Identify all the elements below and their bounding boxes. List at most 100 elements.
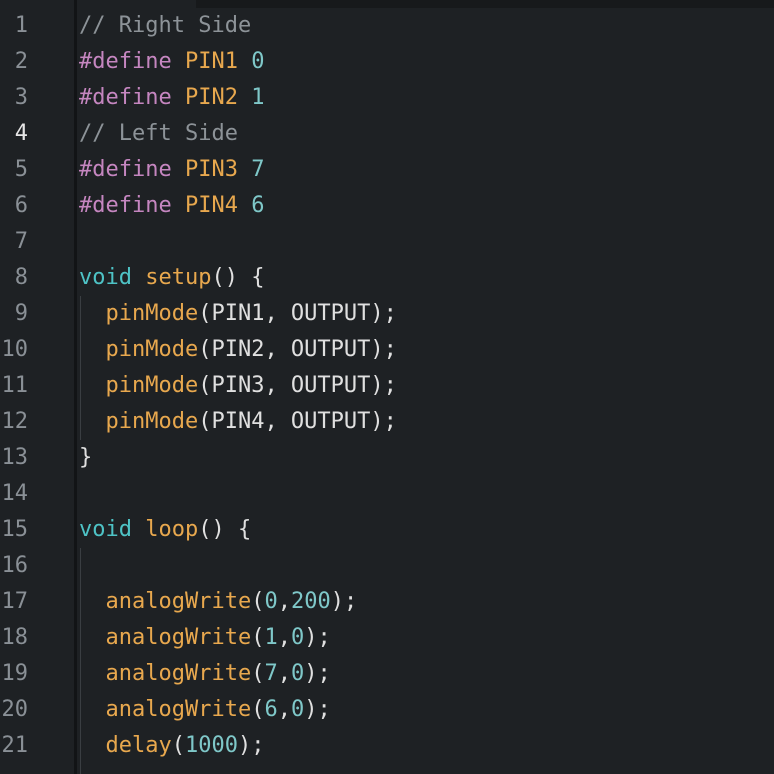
line-number: 4: [14, 121, 28, 146]
code-line[interactable]: 9 pinMode(PIN1, OUTPUT);: [0, 296, 774, 332]
function-name-token: pinMode: [105, 373, 199, 398]
code-line[interactable]: 7: [0, 224, 774, 260]
function-name-token: setup: [145, 265, 212, 290]
code-line[interactable]: 15 void loop() {: [0, 512, 774, 548]
line-number: 9: [14, 301, 28, 326]
code-line[interactable]: 8 void setup() {: [0, 260, 774, 296]
macro-name-token: PIN4: [184, 193, 238, 218]
code-text-token: (: [251, 697, 265, 722]
function-name-token: pinMode: [105, 409, 199, 434]
code-text-token: (PIN3, OUTPUT);: [198, 373, 397, 398]
macro-name-token: PIN2: [184, 85, 238, 110]
code-text-token: () {: [198, 517, 252, 542]
code-line[interactable]: 1 // Right Side: [0, 8, 774, 44]
code-line-text[interactable]: analogWrite(7,0);: [79, 656, 331, 692]
code-line[interactable]: 20 analogWrite(6,0);: [0, 692, 774, 728]
code-line-text[interactable]: pinMode(PIN2, OUTPUT);: [79, 332, 397, 368]
code-text-token: );: [304, 625, 331, 650]
code-line[interactable]: 10 pinMode(PIN2, OUTPUT);: [0, 332, 774, 368]
number-literal-token: 0: [251, 49, 265, 74]
code-line[interactable]: 12 pinMode(PIN4, OUTPUT);: [0, 404, 774, 440]
code-line[interactable]: 6 #define PIN4 6: [0, 188, 774, 224]
code-text-token: (: [251, 625, 265, 650]
line-number: 13: [1, 445, 29, 470]
number-literal-token: 1: [251, 85, 265, 110]
code-line-text[interactable]: void loop() {: [79, 512, 251, 548]
code-line-text[interactable]: analogWrite(1,0);: [79, 620, 331, 656]
line-number: 14: [1, 481, 29, 506]
code-line[interactable]: 13}: [0, 440, 774, 476]
code-line-text[interactable]: analogWrite(0,200);: [79, 584, 358, 620]
code-line[interactable]: 2 #define PIN1 0: [0, 44, 774, 80]
code-text-token: );: [304, 697, 331, 722]
code-line-text[interactable]: delay(1000);: [79, 728, 265, 764]
number-literal-token: 7: [264, 661, 278, 686]
function-name-token: pinMode: [105, 337, 199, 362]
code-text-token: (PIN4, OUTPUT);: [198, 409, 397, 434]
code-line[interactable]: 18 analogWrite(1,0);: [0, 620, 774, 656]
line-number: 20: [1, 697, 29, 722]
code-line[interactable]: 21 delay(1000);: [0, 728, 774, 764]
code-text-token: ,: [277, 625, 291, 650]
code-text-token: }: [79, 445, 93, 470]
line-number: 8: [14, 265, 28, 290]
code-text-token: ,: [277, 589, 291, 614]
line-number: 11: [1, 373, 29, 398]
code-line-text[interactable]: pinMode(PIN4, OUTPUT);: [79, 404, 397, 440]
code-line[interactable]: 3 #define PIN2 1: [0, 80, 774, 116]
code-line-text[interactable]: pinMode(PIN3, OUTPUT);: [79, 368, 397, 404]
code-line[interactable]: 16: [0, 548, 774, 584]
code-line[interactable]: 4 // Left Side: [0, 116, 774, 152]
code-editor[interactable]: 1 // Right Side 2 #define PIN1 0 3 #define PI…: [0, 0, 774, 774]
line-number: 12: [1, 409, 29, 434]
preprocessor-token: #define: [79, 85, 172, 110]
function-name-token: pinMode: [105, 301, 199, 326]
function-name-token: analogWrite: [105, 589, 252, 614]
function-name-token: analogWrite: [105, 697, 252, 722]
keyword-token: void: [79, 517, 132, 542]
line-number: 3: [14, 85, 28, 110]
code-line[interactable]: 14: [0, 476, 774, 512]
code-line-text[interactable]: // Left Side: [79, 116, 238, 152]
code-line[interactable]: 19 analogWrite(7,0);: [0, 656, 774, 692]
tab-bar-strip: [196, 0, 774, 8]
macro-name-token: PIN1: [184, 49, 238, 74]
code-line-text[interactable]: void setup() {: [79, 260, 264, 296]
number-literal-token: 200: [290, 589, 331, 614]
function-name-token: delay: [105, 733, 172, 758]
code-text-token: (: [171, 733, 185, 758]
code-line-text[interactable]: #define PIN2 1: [79, 80, 264, 116]
number-literal-token: 7: [251, 157, 265, 182]
preprocessor-token: #define: [79, 157, 172, 182]
code-line-text[interactable]: #define PIN4 6: [79, 188, 264, 224]
code-line-text[interactable]: #define PIN3 7: [79, 152, 264, 188]
keyword-token: void: [79, 265, 132, 290]
code-line-text[interactable]: #define PIN1 0: [79, 44, 264, 80]
code-text-token: () {: [211, 265, 265, 290]
code-line-text[interactable]: pinMode(PIN1, OUTPUT);: [79, 296, 397, 332]
code-line[interactable]: 11 pinMode(PIN3, OUTPUT);: [0, 368, 774, 404]
line-number: 19: [1, 661, 29, 686]
line-number: 5: [14, 157, 28, 182]
function-name-token: loop: [145, 517, 199, 542]
code-line-text[interactable]: analogWrite(6,0);: [79, 692, 331, 728]
line-number: 6: [14, 193, 28, 218]
code-line-text[interactable]: // Right Side: [79, 8, 251, 44]
code-line[interactable]: 17 analogWrite(0,200);: [0, 584, 774, 620]
line-number: 1: [14, 13, 28, 38]
code-line[interactable]: 5 #define PIN3 7: [0, 152, 774, 188]
code-line-text[interactable]: }: [79, 440, 92, 476]
number-literal-token: 6: [264, 697, 278, 722]
